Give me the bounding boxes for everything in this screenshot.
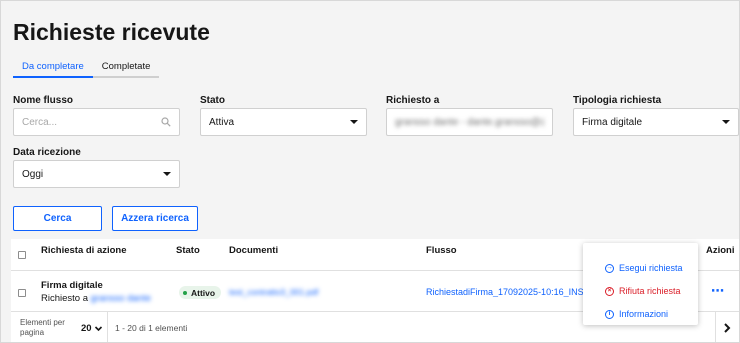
stato-label: Stato bbox=[200, 95, 225, 106]
menu-item-esegui-label: Esegui richiesta bbox=[619, 263, 683, 273]
header-azioni: Azioni bbox=[706, 245, 735, 256]
tipologia-select[interactable]: Firma digitale bbox=[573, 108, 739, 136]
flow-link[interactable]: RichiestadiFirma_17092025-10:16_INSTAN bbox=[426, 287, 586, 297]
action-menu: → Esegui richiesta × Rifiuta richiesta i… bbox=[583, 243, 698, 325]
range-text: 1 - 20 di 1 elementi bbox=[115, 323, 188, 333]
cerca-button[interactable]: Cerca bbox=[13, 206, 102, 231]
page-title: Richieste ricevute bbox=[13, 19, 210, 45]
row-requested-prefix: Richiesto a bbox=[41, 293, 88, 304]
header-richiesta: Richiesta di azione bbox=[41, 245, 127, 256]
info-circle-icon: i bbox=[605, 309, 614, 319]
menu-item-rifiuta[interactable]: × Rifiuta richiesta bbox=[605, 286, 681, 296]
tab-completate[interactable]: Completate bbox=[92, 57, 160, 78]
pagination-divider bbox=[107, 312, 108, 342]
page-size-select[interactable]: 20 bbox=[81, 323, 103, 334]
row-requested-to: gransso dante bbox=[90, 293, 151, 304]
close-circle-icon: × bbox=[605, 286, 614, 296]
tipologia-label: Tipologia richiesta bbox=[573, 95, 662, 106]
data-ricezione-label: Data ricezione bbox=[13, 147, 81, 158]
chevron-down-icon bbox=[350, 120, 358, 124]
header-flusso: Flusso bbox=[426, 245, 457, 256]
arrow-circle-icon: → bbox=[605, 263, 614, 273]
status-dot bbox=[183, 290, 187, 295]
chevron-down-icon bbox=[94, 326, 102, 332]
status-badge: Attivo bbox=[179, 286, 222, 299]
chevron-down-icon bbox=[722, 120, 730, 124]
tab-bar: Da completare Completate bbox=[13, 57, 160, 78]
richiesto-a-value: gransso dante - dante.gransso@@@ bbox=[395, 116, 544, 128]
row-checkbox[interactable] bbox=[18, 289, 26, 297]
pagination-divider-right bbox=[715, 312, 716, 342]
richiesto-a-label: Richiesto a bbox=[386, 95, 440, 106]
nome-flusso-input[interactable]: Cerca... bbox=[13, 108, 180, 136]
ellipsis-icon[interactable]: ⋯ bbox=[711, 283, 725, 299]
page-size-value: 20 bbox=[81, 323, 92, 334]
nome-flusso-placeholder: Cerca... bbox=[22, 116, 58, 128]
search-icon bbox=[161, 117, 171, 127]
select-all-checkbox[interactable] bbox=[18, 251, 26, 259]
status-text: Attivo bbox=[191, 287, 216, 298]
azzera-ricerca-button[interactable]: Azzera ricerca bbox=[112, 206, 198, 231]
row-title: Firma digitale bbox=[41, 280, 103, 291]
tipologia-value: Firma digitale bbox=[582, 116, 643, 128]
richiesto-a-input[interactable]: gransso dante - dante.gransso@@@ bbox=[386, 108, 553, 136]
tab-da-completare[interactable]: Da completare bbox=[13, 57, 93, 78]
header-stato: Stato bbox=[176, 245, 200, 256]
data-ricezione-value: Oggi bbox=[22, 168, 44, 180]
chevron-right-icon[interactable] bbox=[722, 322, 732, 334]
header-documenti: Documenti bbox=[229, 245, 279, 256]
menu-item-informazioni-label: Informazioni bbox=[619, 309, 669, 319]
menu-item-esegui[interactable]: → Esegui richiesta bbox=[605, 263, 683, 273]
document-link[interactable]: test_contratto3_001.pdf bbox=[229, 287, 318, 297]
row-requested: Richiesto a gransso dante bbox=[41, 293, 151, 304]
chevron-down-icon bbox=[163, 172, 171, 176]
stato-select[interactable]: Attiva bbox=[200, 108, 367, 136]
stato-value: Attiva bbox=[209, 116, 235, 128]
items-per-page-label: Elementi per pagina bbox=[20, 318, 65, 337]
menu-item-rifiuta-label: Rifiuta richiesta bbox=[619, 286, 681, 296]
nome-flusso-label: Nome flusso bbox=[13, 95, 74, 106]
menu-item-informazioni[interactable]: i Informazioni bbox=[605, 309, 668, 319]
data-ricezione-select[interactable]: Oggi bbox=[13, 160, 180, 188]
